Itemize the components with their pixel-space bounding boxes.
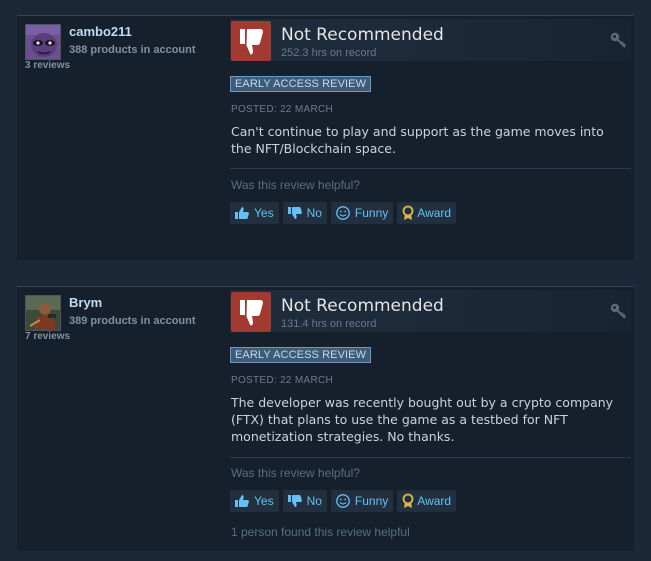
vote-no-button[interactable]: No xyxy=(282,490,327,512)
award-icon xyxy=(402,493,414,508)
review-card: Brym 389 products in account 7 reviews N… xyxy=(17,286,634,551)
smiley-icon xyxy=(336,206,350,220)
thumbs-down-icon xyxy=(231,21,271,61)
vote-no-button[interactable]: No xyxy=(282,202,327,224)
key-icon xyxy=(609,31,627,54)
vote-yes-button[interactable]: Yes xyxy=(230,202,279,224)
thumbs-down-icon xyxy=(287,495,302,507)
hours-on-record: 131.4 hrs on record xyxy=(281,318,377,330)
vote-funny-button[interactable]: Funny xyxy=(330,490,394,512)
recommendation-title: Not Recommended xyxy=(281,296,444,316)
avatar[interactable] xyxy=(25,295,61,331)
thumbs-up-icon xyxy=(235,207,249,219)
award-button[interactable]: Award xyxy=(397,490,457,512)
helpful-question: Was this review helpful? xyxy=(231,178,360,192)
thumbs-down-icon xyxy=(231,292,271,332)
yes-label: Yes xyxy=(254,206,274,220)
found-helpful-count: 1 person found this review helpful xyxy=(231,525,410,539)
avatar[interactable] xyxy=(25,24,61,60)
recommendation-title: Not Recommended xyxy=(281,25,444,45)
reviews-count[interactable]: 3 reviews xyxy=(25,60,70,71)
vote-header[interactable]: Not Recommended 252.3 hrs on record xyxy=(230,19,631,61)
author-name[interactable]: cambo211 xyxy=(69,24,132,39)
smiley-icon xyxy=(336,494,350,508)
no-label: No xyxy=(306,494,322,508)
yes-label: Yes xyxy=(254,494,274,508)
author-name[interactable]: Brym xyxy=(69,295,102,310)
posted-date: POSTED: 22 MARCH xyxy=(231,375,334,386)
thumbs-down-icon xyxy=(287,207,302,219)
award-icon xyxy=(402,205,414,220)
early-access-badge: EARLY ACCESS REVIEW xyxy=(230,347,372,363)
posted-date: POSTED: 22 MARCH xyxy=(231,104,334,115)
products-count: 389 products in account xyxy=(69,315,196,327)
funny-label: Funny xyxy=(354,494,389,508)
divider xyxy=(230,457,631,458)
review-content: Not Recommended 252.3 hrs on record EARL… xyxy=(230,16,631,224)
thumbs-up-icon xyxy=(235,495,249,507)
award-label: Award xyxy=(417,206,452,220)
products-count: 388 products in account xyxy=(69,44,196,56)
vote-buttons: Yes No Funny Award xyxy=(230,202,457,224)
reviews-count[interactable]: 7 reviews xyxy=(25,331,70,342)
vote-funny-button[interactable]: Funny xyxy=(330,202,394,224)
review-body: Can't continue to play and support as th… xyxy=(231,124,604,156)
review-content: Not Recommended 131.4 hrs on record EARL… xyxy=(230,287,631,539)
award-label: Award xyxy=(417,494,452,508)
divider xyxy=(230,168,631,169)
helpful-question: Was this review helpful? xyxy=(231,466,360,480)
vote-yes-button[interactable]: Yes xyxy=(230,490,279,512)
award-button[interactable]: Award xyxy=(397,202,457,224)
review-card: cambo211 388 products in account 3 revie… xyxy=(17,15,634,260)
vote-header[interactable]: Not Recommended 131.4 hrs on record xyxy=(230,290,631,332)
funny-label: Funny xyxy=(354,206,389,220)
no-label: No xyxy=(306,206,322,220)
key-icon xyxy=(609,302,627,325)
hours-on-record: 252.3 hrs on record xyxy=(281,47,377,59)
vote-buttons: Yes No Funny Award xyxy=(230,490,457,512)
review-body: The developer was recently bought out by… xyxy=(231,395,614,444)
early-access-badge: EARLY ACCESS REVIEW xyxy=(230,76,372,92)
